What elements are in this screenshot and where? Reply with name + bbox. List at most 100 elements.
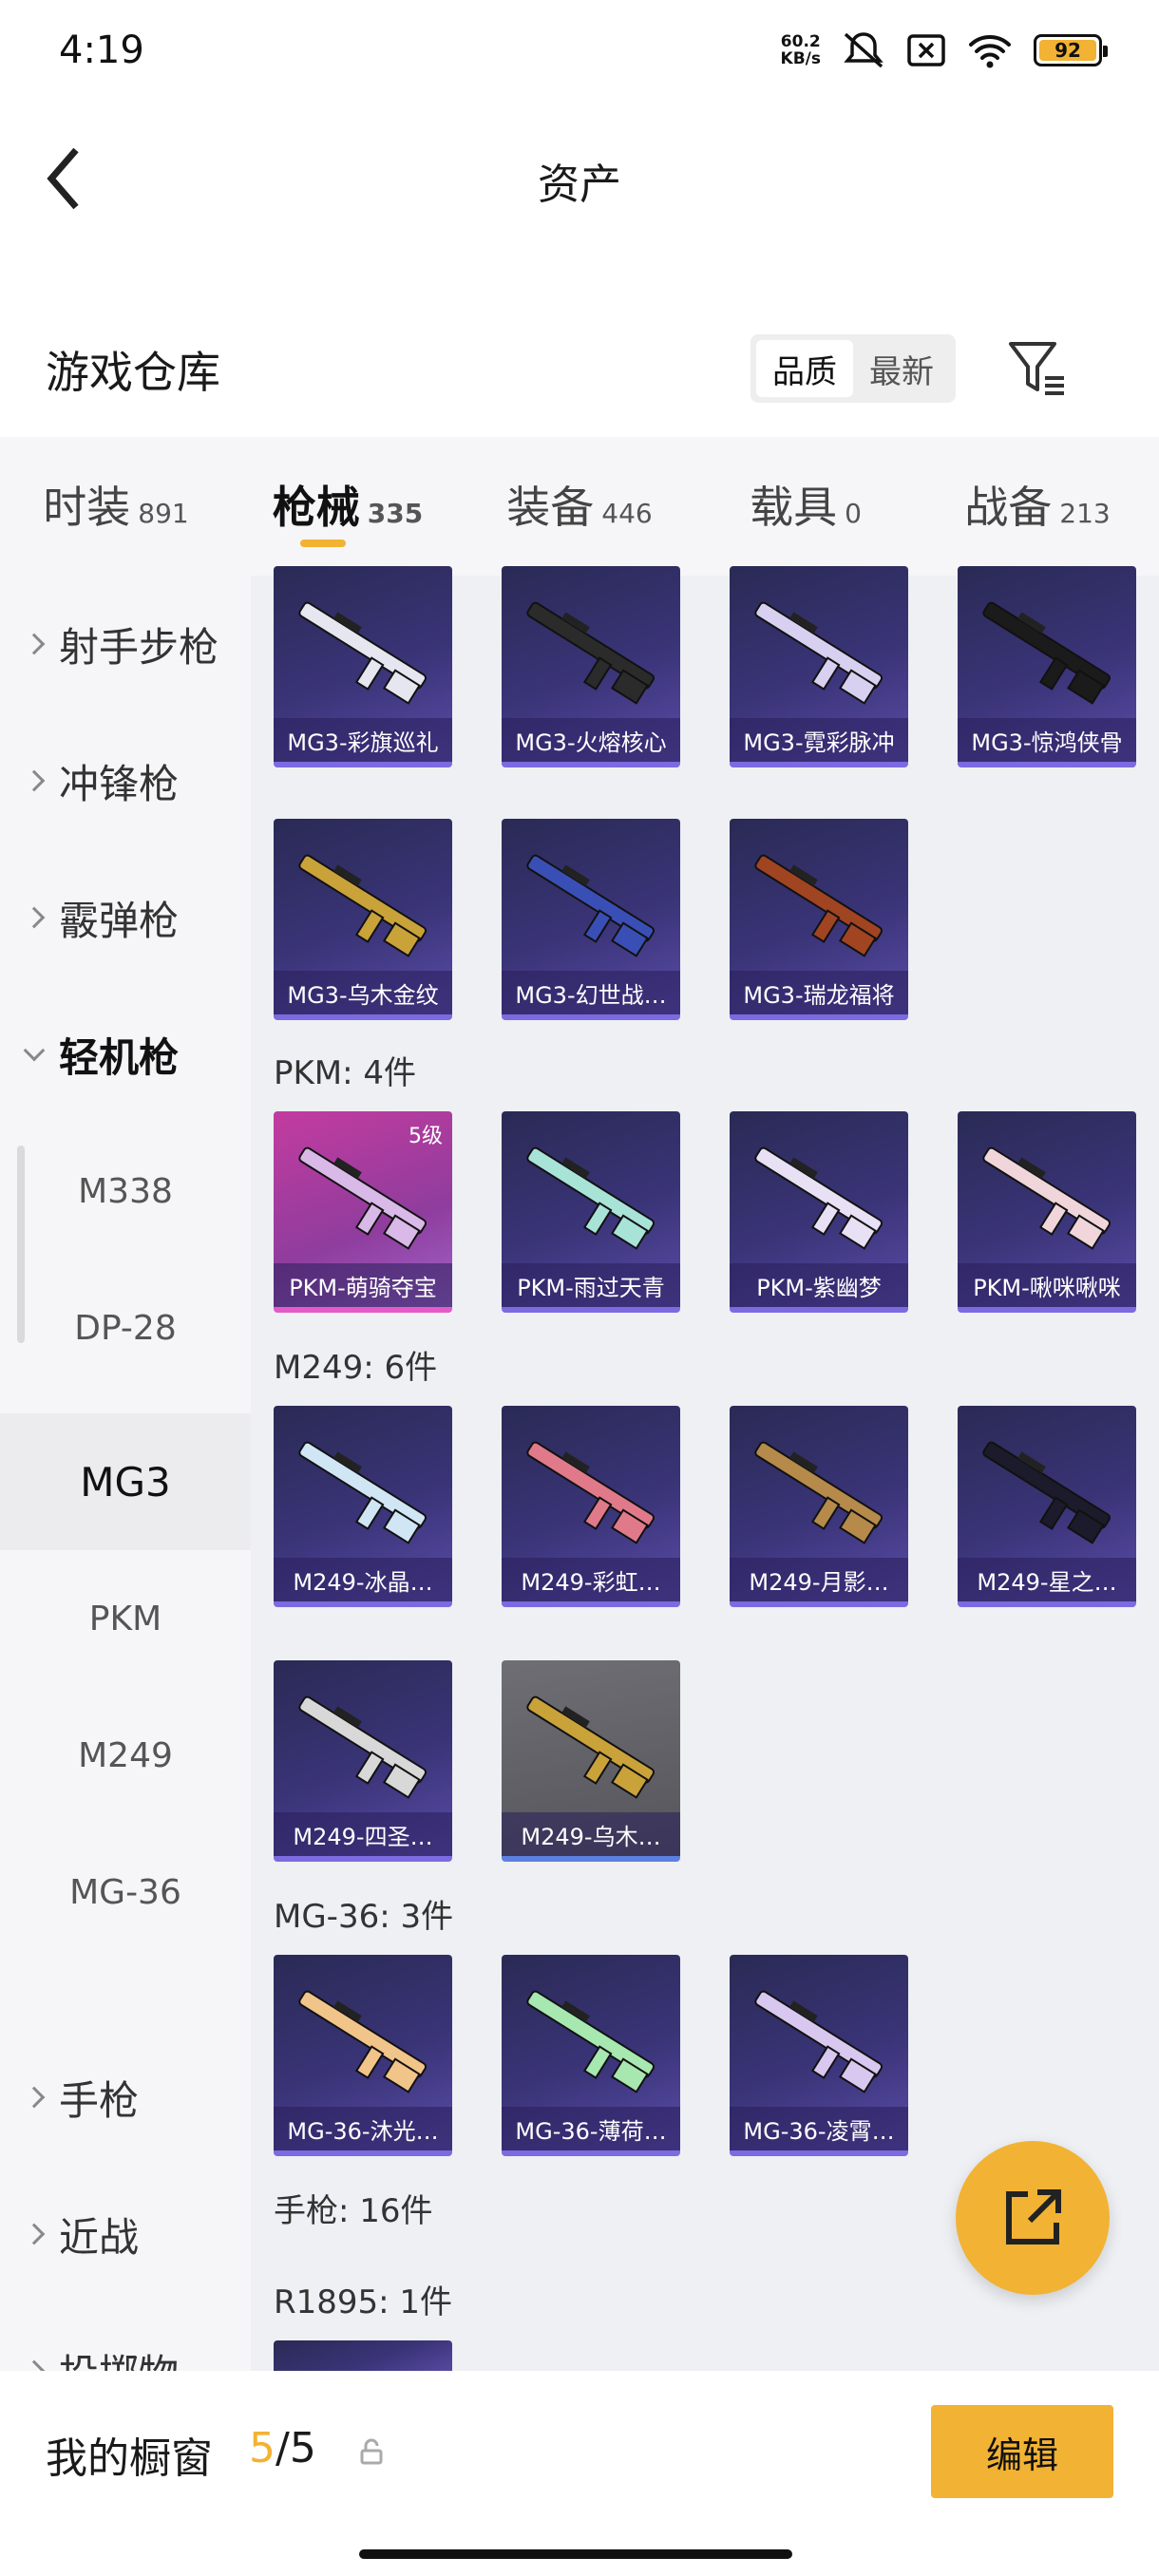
item-card[interactable]: PKM-雨过天青	[502, 1111, 680, 1313]
sidebar-cat-melee[interactable]: 近战	[0, 2166, 251, 2302]
rifle-icon	[982, 1146, 1112, 1250]
item-card[interactable]: M249-星之…	[958, 1406, 1136, 1607]
item-label: MG-36-薄荷…	[502, 2107, 680, 2150]
rifle-icon	[298, 854, 428, 957]
tab-guns[interactable]: 枪械 335	[232, 437, 464, 576]
share-button[interactable]	[956, 2141, 1110, 2295]
rifle-icon	[982, 601, 1112, 705]
mute-icon	[844, 32, 884, 68]
battery-icon: 92	[1034, 34, 1108, 66]
sidebar-item-pkm[interactable]: PKM	[0, 1550, 251, 1687]
sidebar-cat-shotgun[interactable]: 霰弹枪	[0, 849, 251, 986]
item-card[interactable]: MG3-霓彩脉冲	[730, 566, 908, 767]
item-label: MG3-乌木金纹	[274, 971, 452, 1014]
chevron-right-icon	[23, 906, 46, 929]
tab-vehicles[interactable]: 载具 0	[695, 437, 916, 576]
item-label: MG-36-沐光…	[274, 2107, 452, 2150]
item-card[interactable]: MG-36-薄荷…	[502, 1955, 680, 2156]
sort-toggle: 品质 最新	[750, 334, 956, 403]
status-bar: 4:19 60.2 KB/s 92	[0, 0, 1159, 114]
item-card[interactable]: MG-36-凌霄…	[730, 1955, 908, 2156]
category-tabs: 时装 891 枪械 335 装备 446 载具 0 战备 213	[0, 437, 1159, 576]
item-card[interactable]: PKM-啾咪啾咪	[958, 1111, 1136, 1313]
group-header-pkm: PKM: 4件	[274, 1054, 417, 1092]
page-title: 资产	[538, 161, 621, 209]
group-header-m249: M249: 6件	[274, 1349, 438, 1387]
chevron-right-icon	[23, 2086, 46, 2109]
item-card[interactable]: MG3-幻世战…	[502, 819, 680, 1020]
section-title: 游戏仓库	[46, 347, 220, 398]
item-label: M249-乌木…	[502, 1812, 680, 1856]
sidebar-item-m249[interactable]: M249	[0, 1687, 251, 1824]
showcase-count: 5/5	[249, 2424, 316, 2472]
tab-equipment[interactable]: 装备 446	[464, 437, 695, 576]
item-label: MG-36-凌霄…	[730, 2107, 908, 2150]
item-card[interactable]: MG3-瑞龙福将	[730, 819, 908, 1020]
tab-gear[interactable]: 战备 213	[916, 437, 1159, 576]
chevron-right-icon	[23, 769, 46, 792]
sidebar-item-mg36[interactable]: MG-36	[0, 1824, 251, 1960]
rifle-icon	[982, 1441, 1112, 1544]
share-external-icon	[1006, 2189, 1061, 2245]
sidebar-cat-dmr[interactable]: 射手步枪	[0, 576, 251, 712]
active-tab-underline	[300, 540, 346, 547]
item-card[interactable]: PKM-紫幽梦	[730, 1111, 908, 1313]
item-label: MG3-惊鸿侠骨	[958, 718, 1136, 762]
chevron-right-icon	[23, 633, 46, 655]
item-label: PKM-雨过天青	[502, 1263, 680, 1307]
sidebar-item-m338[interactable]: M338	[0, 1123, 251, 1260]
rifle-icon	[754, 1146, 884, 1250]
item-label: M249-冰晶…	[274, 1558, 452, 1601]
rifle-icon	[298, 1695, 428, 1799]
item-label: MG3-火熔核心	[502, 718, 680, 762]
sidebar-cat-smg[interactable]: 冲锋枪	[0, 712, 251, 849]
sort-quality-button[interactable]: 品质	[756, 340, 853, 397]
rifle-icon	[754, 601, 884, 705]
item-label: M249-彩虹…	[502, 1558, 680, 1601]
rifle-icon	[754, 1441, 884, 1544]
network-speed: 60.2 KB/s	[780, 32, 821, 68]
sidebar-item-dp28[interactable]: DP-28	[0, 1260, 251, 1396]
item-label: PKM-啾咪啾咪	[958, 1263, 1136, 1307]
sort-newest-button[interactable]: 最新	[853, 340, 950, 397]
item-card[interactable]: M249-四圣…	[274, 1660, 452, 1862]
chevron-down-icon	[23, 1039, 46, 1062]
item-card[interactable]: MG3-惊鸿侠骨	[958, 566, 1136, 767]
item-label: MG3-幻世战…	[502, 971, 680, 1014]
item-label: M249-四圣…	[274, 1812, 452, 1856]
filter-icon[interactable]	[1005, 336, 1072, 403]
rifle-icon	[526, 854, 656, 957]
sidebar-cat-pistol[interactable]: 手枪	[0, 2029, 251, 2166]
item-card[interactable]: MG3-火熔核心	[502, 566, 680, 767]
sidebar-cat-lmg[interactable]: 轻机枪	[0, 986, 251, 1123]
wifi-icon	[969, 35, 1011, 68]
item-card[interactable]: MG3-彩旗巡礼	[274, 566, 452, 767]
item-card[interactable]: M249-彩虹…	[502, 1406, 680, 1607]
item-card[interactable]: M249-月影…	[730, 1406, 908, 1607]
rifle-icon	[298, 1441, 428, 1544]
home-indicator[interactable]	[359, 2549, 792, 2559]
item-card[interactable]: M249-冰晶…	[274, 1406, 452, 1607]
sidebar-item-mg3[interactable]: MG3	[0, 1413, 251, 1550]
item-card[interactable]: MG3-乌木金纹	[274, 819, 452, 1020]
item-label: M249-月影…	[730, 1558, 908, 1601]
item-card[interactable]: M249-乌木…	[502, 1660, 680, 1862]
tab-fashion[interactable]: 时装 891	[0, 437, 232, 576]
chevron-right-icon	[23, 2223, 46, 2245]
item-label: MG3-彩旗巡礼	[274, 718, 452, 762]
item-label: M249-星之…	[958, 1558, 1136, 1601]
rifle-icon	[526, 1990, 656, 2093]
sidebar-cat-throwable[interactable]: 投掷物	[0, 2302, 251, 2371]
sidebar: 射手步枪 冲锋枪 霰弹枪 轻机枪 M338 DP-28 MG3 PKM M249…	[0, 576, 251, 2371]
rifle-icon	[526, 601, 656, 705]
item-card[interactable]: 5级 PKM-萌骑夺宝	[274, 1111, 452, 1313]
item-label: MG3-瑞龙福将	[730, 971, 908, 1014]
showcase-label: 我的橱窗	[46, 2434, 213, 2483]
edit-button[interactable]: 编辑	[931, 2405, 1113, 2498]
item-label: PKM-萌骑夺宝	[274, 1263, 452, 1307]
sidebar-scrollbar[interactable]	[17, 1146, 25, 1343]
rifle-icon	[526, 1695, 656, 1799]
item-card[interactable]: MG-36-沐光…	[274, 1955, 452, 2156]
item-label: PKM-紫幽梦	[730, 1263, 908, 1307]
group-header-pistol: 手枪: 16件	[274, 2192, 433, 2230]
